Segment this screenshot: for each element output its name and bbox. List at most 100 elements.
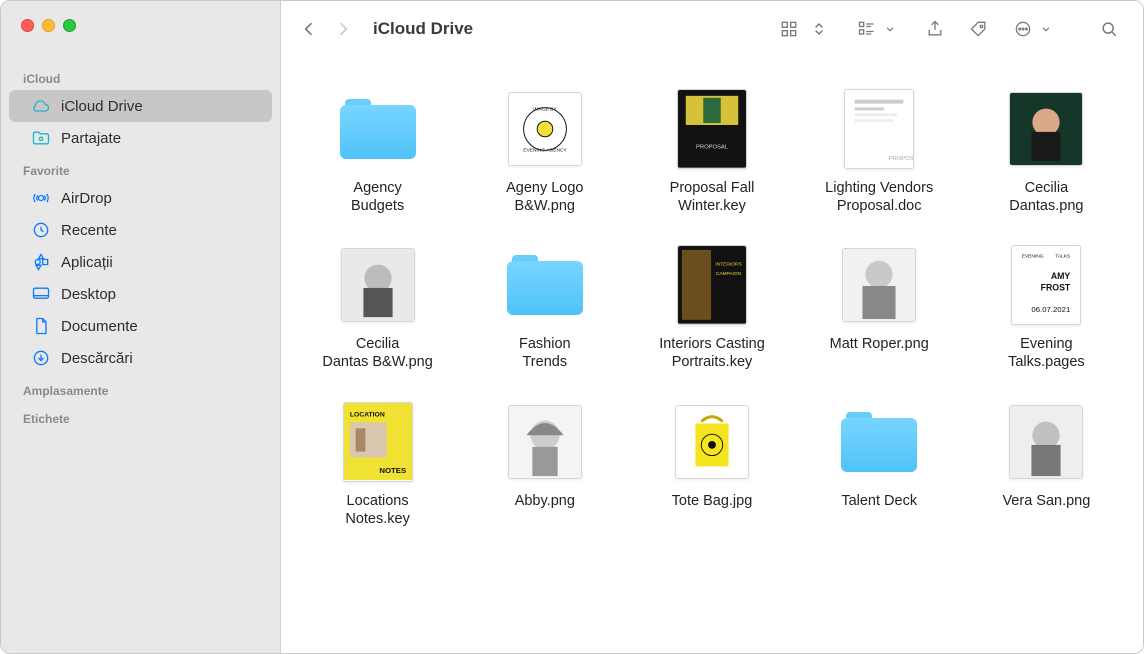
- apps-icon: [31, 252, 51, 272]
- file-thumbnail: [1004, 400, 1088, 484]
- document-thumbnail: PROPOSAL: [844, 89, 914, 169]
- file-thumbnail: [336, 243, 420, 327]
- file-item[interactable]: Tote Bag.jpg: [633, 400, 790, 528]
- sidebar-item-label: Recente: [61, 222, 117, 239]
- view-controls: [775, 15, 833, 43]
- more-button[interactable]: [1009, 15, 1053, 43]
- file-item[interactable]: Cecilia Dantas.png: [968, 87, 1125, 215]
- folder-icon: [841, 412, 917, 472]
- minimize-button[interactable]: [42, 19, 55, 32]
- file-thumbnail: [336, 87, 420, 171]
- file-item[interactable]: PROPOSAL Proposal Fall Winter.key: [633, 87, 790, 215]
- file-label: Cecilia Dantas.png: [1009, 179, 1083, 215]
- image-thumbnail: [508, 405, 582, 479]
- sidebar-section-favorite: Favorite: [1, 154, 280, 182]
- location-title: iCloud Drive: [373, 19, 473, 39]
- file-item[interactable]: Abby.png: [466, 400, 623, 528]
- file-label: Lighting Vendors Proposal.doc: [825, 179, 933, 215]
- file-item[interactable]: Matt Roper.png: [801, 243, 958, 371]
- sidebar-item-label: AirDrop: [61, 190, 112, 207]
- file-item[interactable]: EVENINGTALKSAMYFROST06.07.2021 Evening T…: [968, 243, 1125, 371]
- sidebar-section-locations: Amplasamente: [1, 374, 280, 402]
- shared-folder-icon: [31, 128, 51, 148]
- folder-icon: [507, 255, 583, 315]
- file-thumbnail: [670, 400, 754, 484]
- sidebar-item-downloads[interactable]: Descărcări: [9, 342, 272, 374]
- file-item[interactable]: LOCATION NOTES Locations Notes.key: [299, 400, 456, 528]
- svg-text:EVENING AGENCY: EVENING AGENCY: [523, 147, 567, 153]
- svg-text:PROPOSAL: PROPOSAL: [696, 144, 729, 150]
- image-thumbnail: [1009, 405, 1083, 479]
- file-thumbnail: [503, 400, 587, 484]
- file-label: Agency Budgets: [351, 179, 404, 215]
- back-button[interactable]: [295, 15, 323, 43]
- image-thumbnail: IMAGE BY EVENING AGENCY: [508, 92, 582, 166]
- file-item[interactable]: IMAGE BY EVENING AGENCY Ageny Logo B&W.pn…: [466, 87, 623, 215]
- sidebar-item-desktop[interactable]: Desktop: [9, 278, 272, 310]
- file-label: Locations Notes.key: [345, 492, 409, 528]
- zoom-button[interactable]: [63, 19, 76, 32]
- file-thumbnail: [1004, 87, 1088, 171]
- close-button[interactable]: [21, 19, 34, 32]
- file-item[interactable]: INTERIORS CAMPAIGN Interiors Casting Port…: [633, 243, 790, 371]
- file-item[interactable]: Vera San.png: [968, 400, 1125, 528]
- icon-view-button[interactable]: [775, 15, 803, 43]
- sidebar-item-documents[interactable]: Documente: [9, 310, 272, 342]
- file-label: Evening Talks.pages: [1008, 335, 1085, 371]
- sidebar-item-label: Descărcări: [61, 350, 133, 367]
- document-icon: [31, 316, 51, 336]
- file-item[interactable]: Talent Deck: [801, 400, 958, 528]
- document-thumbnail: EVENINGTALKSAMYFROST06.07.2021: [1011, 245, 1081, 325]
- document-thumbnail: INTERIORS CAMPAIGN: [677, 245, 747, 325]
- file-thumbnail: [503, 243, 587, 327]
- file-item[interactable]: Fashion Trends: [466, 243, 623, 371]
- file-label: Vera San.png: [1002, 492, 1090, 510]
- file-label: Talent Deck: [841, 492, 917, 510]
- file-item[interactable]: PROPOSAL Lighting Vendors Proposal.doc: [801, 87, 958, 215]
- file-thumbnail: EVENINGTALKSAMYFROST06.07.2021: [1004, 243, 1088, 327]
- file-thumbnail: LOCATION NOTES: [336, 400, 420, 484]
- sidebar-item-airdrop[interactable]: AirDrop: [9, 182, 272, 214]
- cloud-icon: [31, 96, 51, 116]
- file-thumbnail: INTERIORS CAMPAIGN: [670, 243, 754, 327]
- file-label: Ageny Logo B&W.png: [506, 179, 583, 215]
- folder-icon: [340, 99, 416, 159]
- file-label: Tote Bag.jpg: [672, 492, 753, 510]
- downloads-icon: [31, 348, 51, 368]
- sidebar-section-tags: Etichete: [1, 402, 280, 430]
- file-label: Matt Roper.png: [830, 335, 929, 353]
- svg-text:IMAGE BY: IMAGE BY: [533, 107, 557, 113]
- traffic-lights: [1, 19, 280, 32]
- file-thumbnail: IMAGE BY EVENING AGENCY: [503, 87, 587, 171]
- sidebar-item-icloud-drive[interactable]: iCloud Drive: [9, 90, 272, 122]
- finder-window: iCloud iCloud Drive Partajate Favorite A…: [0, 0, 1144, 654]
- search-button[interactable]: [1095, 15, 1123, 43]
- file-label: Interiors Casting Portraits.key: [659, 335, 765, 371]
- svg-text:CAMPAIGN: CAMPAIGN: [716, 272, 742, 278]
- sidebar-item-shared[interactable]: Partajate: [9, 122, 272, 154]
- file-item[interactable]: Cecilia Dantas B&W.png: [299, 243, 456, 371]
- toolbar: iCloud Drive: [281, 1, 1143, 57]
- file-thumbnail: [837, 400, 921, 484]
- group-by-button[interactable]: [853, 15, 897, 43]
- file-grid: Agency Budgets IMAGE BY EVENING AGENCY Ag…: [281, 57, 1143, 653]
- svg-text:TALKS: TALKS: [1056, 254, 1072, 260]
- image-thumbnail: [1009, 92, 1083, 166]
- sidebar-item-label: Aplicații: [61, 254, 113, 271]
- view-switch-button[interactable]: [805, 15, 833, 43]
- svg-text:LOCATION: LOCATION: [349, 411, 384, 418]
- svg-text:NOTES: NOTES: [379, 466, 406, 475]
- share-button[interactable]: [921, 15, 949, 43]
- sidebar-section-icloud: iCloud: [1, 62, 280, 90]
- file-thumbnail: PROPOSAL: [837, 87, 921, 171]
- forward-button[interactable]: [329, 15, 357, 43]
- sidebar-item-applications[interactable]: Aplicații: [9, 246, 272, 278]
- tags-button[interactable]: [965, 15, 993, 43]
- document-thumbnail: PROPOSAL: [677, 89, 747, 169]
- svg-text:INTERIORS: INTERIORS: [715, 262, 742, 268]
- file-label: Fashion Trends: [519, 335, 571, 371]
- clock-icon: [31, 220, 51, 240]
- file-item[interactable]: Agency Budgets: [299, 87, 456, 215]
- sidebar-item-recents[interactable]: Recente: [9, 214, 272, 246]
- sidebar-item-label: Desktop: [61, 286, 116, 303]
